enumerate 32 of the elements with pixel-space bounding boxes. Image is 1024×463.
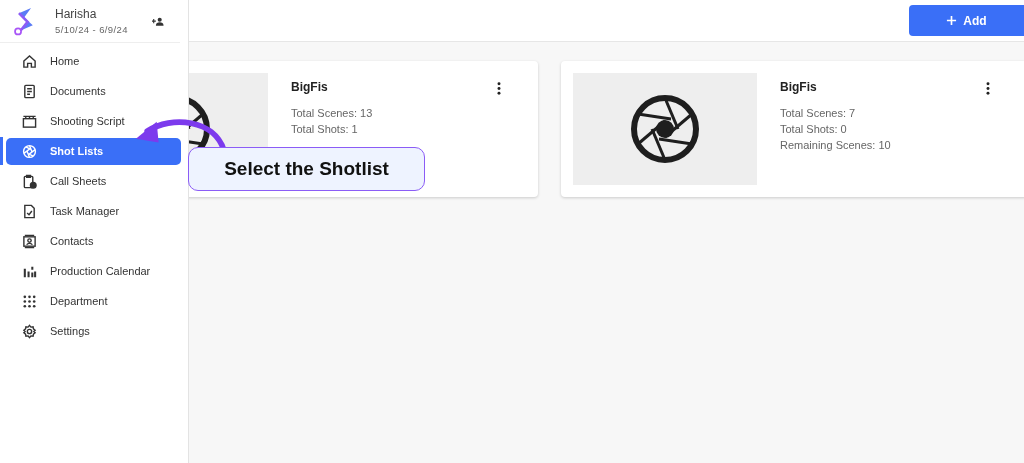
nav-item[interactable]: Task Manager	[6, 197, 181, 225]
nav-item[interactable]: Department	[6, 287, 181, 315]
contact-card-icon	[22, 233, 37, 249]
more-icon[interactable]	[986, 82, 990, 95]
date-range: 5/10/24 - 6/9/24	[55, 24, 129, 35]
stat-text: Total Shots: 1	[291, 122, 359, 137]
plus-icon	[946, 15, 958, 26]
more-icon[interactable]	[497, 82, 501, 95]
nav-item[interactable]: Contacts	[6, 227, 181, 255]
callout-tooltip: Select the Shotlist	[188, 147, 425, 191]
aperture-icon	[22, 143, 37, 159]
stat-text: Total Scenes: 7	[780, 106, 857, 121]
clipboard-clock-icon	[22, 173, 37, 189]
checked-document-icon	[22, 203, 37, 219]
card-title: BigFis	[780, 80, 818, 94]
document-icon	[22, 83, 37, 99]
nav-item[interactable]: Settings	[6, 317, 181, 345]
clapperboard-icon	[22, 113, 37, 129]
stat-text: Total Scenes: 13	[291, 106, 373, 121]
aperture-icon	[629, 93, 701, 165]
stat-text: Total Shots: 0	[780, 122, 848, 137]
settings-icon	[22, 323, 37, 339]
home-icon	[22, 53, 37, 69]
card-title: BigFis	[291, 80, 329, 94]
nav-item[interactable]: Shot Lists	[6, 137, 181, 165]
shot-list-card[interactable]: BigFis Total Scenes: 7 Total Shots: 0 Remaining Scenes: 10	[561, 61, 1024, 197]
add-button[interactable]: Add	[909, 5, 1024, 36]
stat-text: Remaining Scenes: 10	[780, 138, 891, 153]
user-name: Harisha	[55, 7, 98, 21]
add-person-icon[interactable]	[152, 16, 164, 26]
nav-item[interactable]: Production Calendar	[6, 257, 181, 285]
grid-icon	[22, 293, 37, 309]
